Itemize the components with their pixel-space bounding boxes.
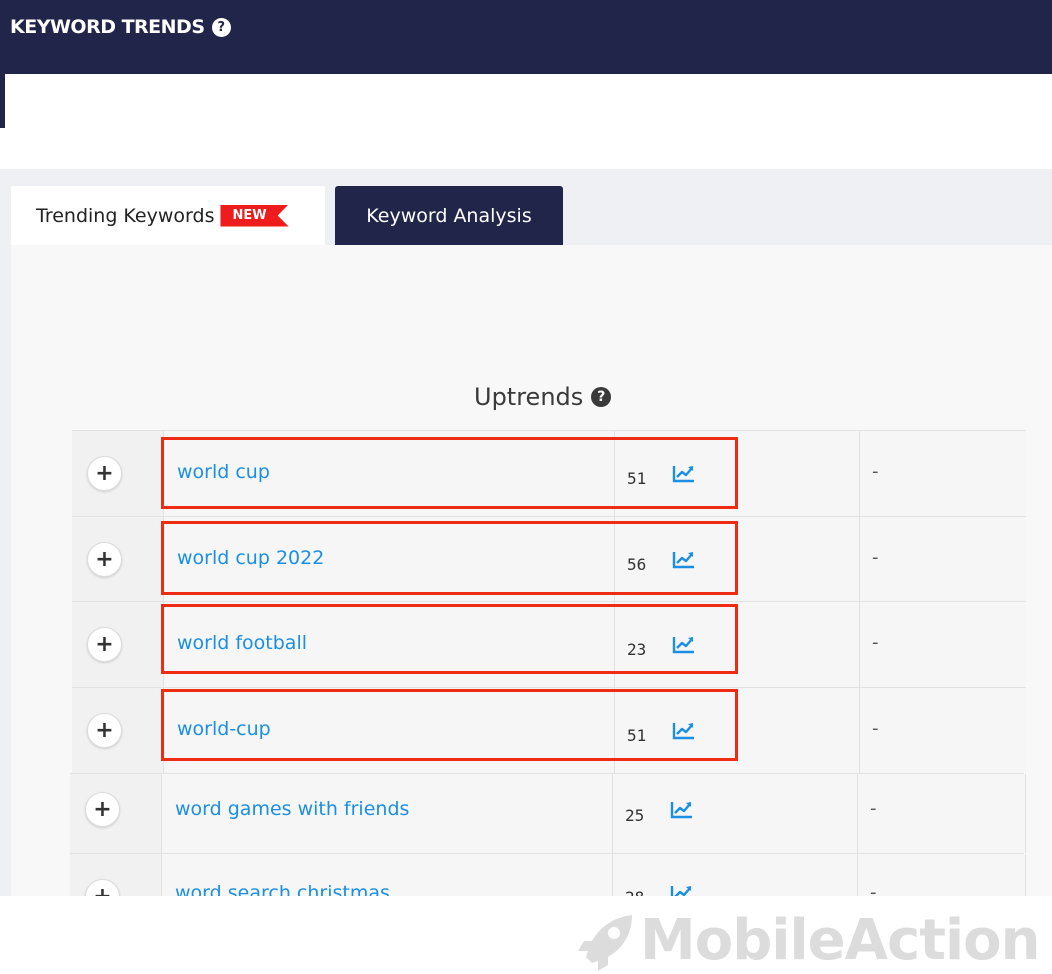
rocket-logo-icon	[578, 914, 632, 971]
add-cell: +	[72, 602, 164, 687]
page-title: KEYWORD TRENDS ?	[10, 16, 231, 38]
add-cell: +	[72, 688, 164, 773]
keyword-cell: word games with friends	[162, 774, 613, 853]
add-keyword-button[interactable]: +	[87, 456, 122, 491]
trend-chart-icon[interactable]	[670, 884, 694, 896]
tab-keyword-analysis[interactable]: Keyword Analysis	[335, 186, 563, 245]
change-value: -	[872, 461, 879, 482]
score-value: 28	[625, 888, 644, 896]
new-badge: NEW	[220, 204, 289, 227]
uptrends-title: Uptrends ?	[474, 383, 612, 411]
change-value: -	[872, 547, 879, 568]
tab-keyword-analysis-label: Keyword Analysis	[366, 204, 532, 227]
plus-icon: +	[93, 797, 112, 822]
table-row: + word games with friends 25 -	[70, 773, 1026, 853]
add-keyword-button[interactable]: +	[85, 879, 120, 896]
add-keyword-button[interactable]: +	[87, 542, 122, 577]
filter-bar	[5, 74, 1052, 169]
plus-icon: +	[93, 884, 111, 896]
change-value: -	[872, 632, 879, 653]
add-cell: +	[72, 517, 164, 602]
uptrends-title-text: Uptrends	[474, 383, 584, 411]
change-cell: -	[860, 602, 1026, 687]
score-value: 25	[625, 806, 645, 825]
tab-trending-keywords[interactable]: Trending Keywords NEW	[11, 186, 325, 245]
add-cell: +	[70, 854, 162, 896]
keyword-link[interactable]: word games with friends	[175, 798, 409, 820]
highlight-box	[161, 521, 738, 595]
score-cell: 28	[613, 854, 858, 896]
add-cell: +	[70, 774, 162, 853]
page-title-text: KEYWORD TRENDS	[10, 16, 205, 38]
change-cell: -	[858, 854, 1026, 896]
keyword-link[interactable]: word search christmas	[175, 882, 390, 896]
plus-icon: +	[95, 547, 114, 572]
plus-icon: +	[95, 718, 114, 743]
change-value: -	[870, 882, 877, 896]
add-keyword-button[interactable]: +	[85, 792, 120, 827]
score-cell: 25	[613, 774, 858, 853]
change-value: -	[870, 798, 877, 819]
change-cell: -	[860, 431, 1026, 516]
change-cell: -	[860, 688, 1026, 773]
highlight-box	[161, 689, 738, 761]
change-cell: -	[858, 774, 1026, 853]
add-keyword-button[interactable]: +	[87, 713, 122, 748]
change-cell: -	[860, 517, 1026, 602]
change-value: -	[872, 718, 879, 739]
highlight-box	[161, 437, 738, 509]
trend-chart-icon[interactable]	[670, 800, 694, 820]
highlight-box	[161, 604, 738, 674]
add-keyword-button[interactable]: +	[87, 627, 122, 662]
mobileaction-watermark: MobileAction	[574, 908, 1040, 973]
question-circle-icon[interactable]: ?	[591, 387, 612, 407]
question-circle-icon[interactable]: ?	[211, 17, 231, 37]
table-row: + word search christmas 28 -	[70, 853, 1026, 896]
plus-icon: +	[95, 632, 114, 657]
keyword-cell: word search christmas	[162, 854, 613, 896]
watermark-text: MobileAction	[640, 908, 1040, 973]
add-cell: +	[72, 431, 164, 516]
tab-trending-keywords-label: Trending Keywords	[36, 204, 215, 227]
plus-icon: +	[95, 461, 114, 486]
